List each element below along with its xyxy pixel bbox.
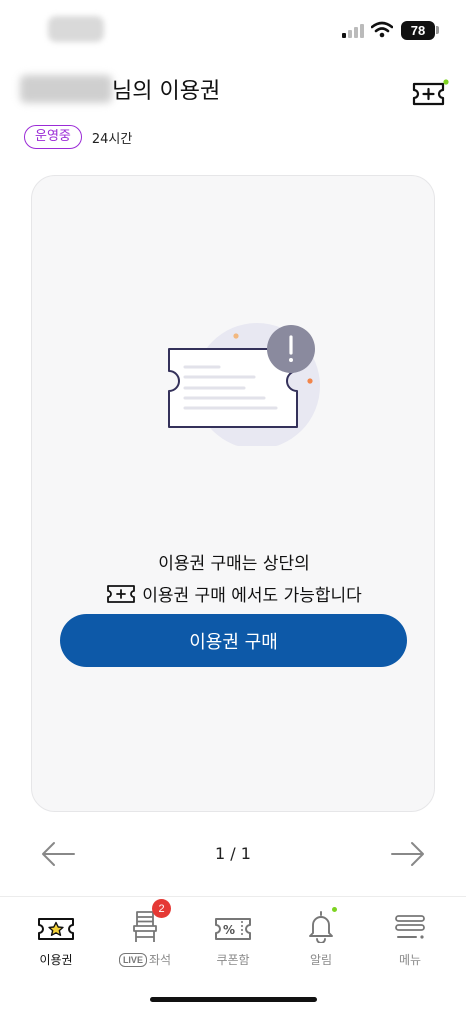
add-ticket-button[interactable]: [410, 76, 450, 110]
nav-item-seats[interactable]: 2 LIVE 좌석: [105, 899, 185, 969]
nav-label-tickets: 이용권: [39, 953, 73, 967]
nav-label-notifications: 알림: [309, 953, 333, 967]
nav-item-coupons[interactable]: % 쿠폰함: [193, 905, 273, 969]
live-tag: LIVE: [118, 952, 147, 967]
wifi-icon: [371, 21, 393, 38]
nav-label-menu: 메뉴: [398, 953, 422, 967]
coupon-icon: %: [215, 918, 251, 940]
bell-icon: [309, 911, 333, 943]
bottom-nav: 이용권 2 LIVE 좌석 % 쿠폰함 알림 메뉴: [0, 896, 466, 1009]
nav-item-menu[interactable]: 메뉴: [370, 905, 450, 969]
notification-dot: [332, 907, 337, 912]
menu-icon: [395, 915, 425, 939]
seat-notification-badge: 2: [152, 899, 171, 918]
ticket-add-icon: [107, 584, 136, 603]
nav-label-seats-text: 좌석: [148, 953, 172, 967]
empty-ticket-illustration: [168, 323, 320, 446]
home-indicator: [150, 997, 317, 1002]
info-text-line1: 이용권 구매는 상단의: [158, 554, 310, 574]
ticket-star-icon: [38, 918, 74, 940]
arrow-right-icon[interactable]: [390, 840, 426, 868]
page-title: 님의 이용권: [112, 79, 221, 104]
svg-text:%: %: [223, 923, 235, 937]
status-time-blurred: [48, 16, 104, 42]
nav-item-notifications[interactable]: 알림: [281, 905, 361, 969]
nav-label-seats: LIVE 좌석: [118, 951, 172, 968]
status-badge: 운영중: [24, 125, 82, 149]
duration-label: 24시간: [91, 131, 133, 147]
info-text-line2: 이용권 구매 에서도 가능합니다: [32, 581, 436, 606]
ticket-status-row: 운영중 24시간: [24, 125, 132, 149]
buy-ticket-button[interactable]: 이용권 구매: [60, 614, 407, 667]
pager: 1 / 1: [0, 836, 466, 872]
battery-indicator: 78: [401, 21, 435, 40]
signal-icon: [342, 24, 364, 38]
status-bar: 78: [0, 0, 466, 60]
user-name-blurred: [20, 75, 112, 103]
battery-tip: [436, 26, 439, 34]
nav-item-tickets[interactable]: 이용권: [16, 905, 96, 969]
header: 님의 이용권: [0, 60, 466, 120]
nav-label-coupons: 쿠폰함: [216, 953, 250, 967]
ticket-card: 이용권 구매는 상단의 이용권 구매 에서도 가능합니다 이용권 구매: [31, 175, 435, 812]
info-text-line2-label: 이용권 구매 에서도 가능합니다: [142, 586, 362, 606]
